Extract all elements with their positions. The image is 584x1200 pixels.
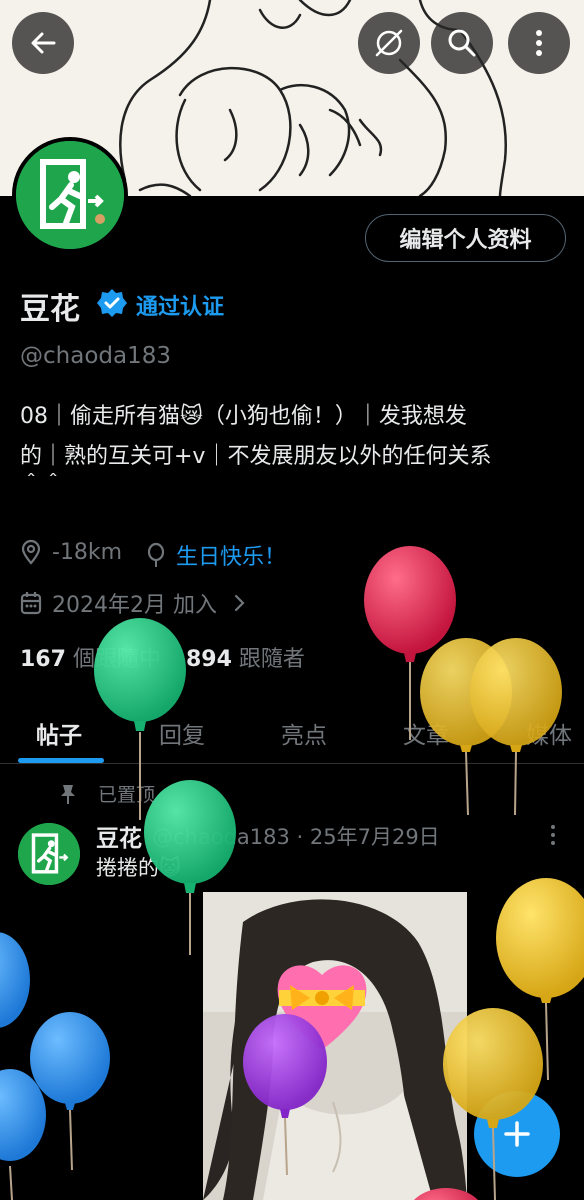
back-button[interactable] xyxy=(12,12,74,74)
active-tab-indicator xyxy=(18,758,104,763)
pinned-text: 已置顶 xyxy=(98,784,156,806)
profile-handle: @chaoda183 xyxy=(20,343,171,369)
joined-text: 2024年2月 加入 xyxy=(52,593,217,618)
tab-posts[interactable]: 帖子 xyxy=(36,716,82,750)
profile-tabs: 帖子 回复 亮点 文章 媒体 xyxy=(0,700,584,764)
balloon-icon xyxy=(147,542,165,567)
bio-line: 08｜偷走所有猫😿（小狗也偷！）｜发我想发 xyxy=(20,404,467,429)
followers-label: 跟隨者 xyxy=(238,647,305,672)
hide-button[interactable] xyxy=(358,12,420,74)
exit-sign-avatar-image xyxy=(18,823,80,885)
followers-link[interactable]: 894 跟隨者 xyxy=(186,647,305,672)
profile-location: -18km xyxy=(20,539,122,565)
calendar-icon xyxy=(20,592,42,615)
balloon-blue xyxy=(0,932,30,1028)
chevron-right-icon xyxy=(234,594,245,612)
arrow-left-icon xyxy=(31,32,56,54)
verified-label[interactable]: 通过认证 xyxy=(136,289,224,321)
location-text: -18km xyxy=(52,539,123,565)
search-icon xyxy=(448,29,476,57)
following-link[interactable]: 167 個跟隨中 xyxy=(20,647,161,672)
profile-avatar[interactable] xyxy=(12,137,128,253)
post-photo[interactable] xyxy=(203,892,467,1200)
search-button[interactable] xyxy=(431,12,493,74)
pinned-label: 已置顶 xyxy=(58,780,155,807)
tab-replies[interactable]: 回复 xyxy=(159,716,205,750)
profile-name: 豆花 xyxy=(20,292,80,327)
edit-profile-button[interactable]: 编辑个人资料 xyxy=(365,214,566,262)
bio-line: ＾＾ xyxy=(20,475,65,500)
selfie-photo-image xyxy=(203,892,467,1200)
following-label: 個跟隨中 xyxy=(72,647,161,672)
post-meta: @chaoda183 · 25年7月29日 xyxy=(152,825,440,849)
plus-icon xyxy=(504,1121,530,1147)
location-pin-icon xyxy=(21,539,41,565)
post-avatar[interactable] xyxy=(18,823,80,885)
bio-line: 的｜熟的互关可+v｜不发展朋友以外的任何关系 xyxy=(20,444,492,469)
birthday-text[interactable]: 生日快乐！ xyxy=(176,539,286,571)
more-button[interactable] xyxy=(508,12,570,74)
following-count: 167 xyxy=(20,647,66,672)
balloon-blue xyxy=(30,1012,110,1171)
post-more-icon[interactable] xyxy=(548,823,558,847)
balloon-yellow xyxy=(496,878,584,1081)
tab-media[interactable]: 媒体 xyxy=(526,716,572,750)
tab-articles[interactable]: 文章 xyxy=(403,716,449,750)
balloon-blue xyxy=(0,1069,46,1200)
post-text: 捲捲的😺 xyxy=(96,856,181,880)
profile-birthday: 生日快乐！ xyxy=(146,539,286,571)
followers-count: 894 xyxy=(185,647,232,672)
eye-slash-icon xyxy=(375,29,403,57)
follow-stats: 167 個跟隨中 894 跟隨者 xyxy=(20,641,305,673)
verified-badge-icon[interactable] xyxy=(96,287,128,319)
pin-icon xyxy=(61,784,75,804)
compose-fab[interactable] xyxy=(474,1091,560,1177)
more-vertical-icon xyxy=(536,30,542,56)
tab-highlights[interactable]: 亮点 xyxy=(281,716,327,750)
profile-joined[interactable]: 2024年2月 加入 xyxy=(20,587,259,619)
exit-sign-avatar-image xyxy=(16,141,124,249)
post-author[interactable]: 豆花 xyxy=(96,819,142,853)
profile-bio: 08｜偷走所有猫😿（小狗也偷！）｜发我想发 的｜熟的互关可+v｜不发展朋友以外的… xyxy=(20,397,568,499)
